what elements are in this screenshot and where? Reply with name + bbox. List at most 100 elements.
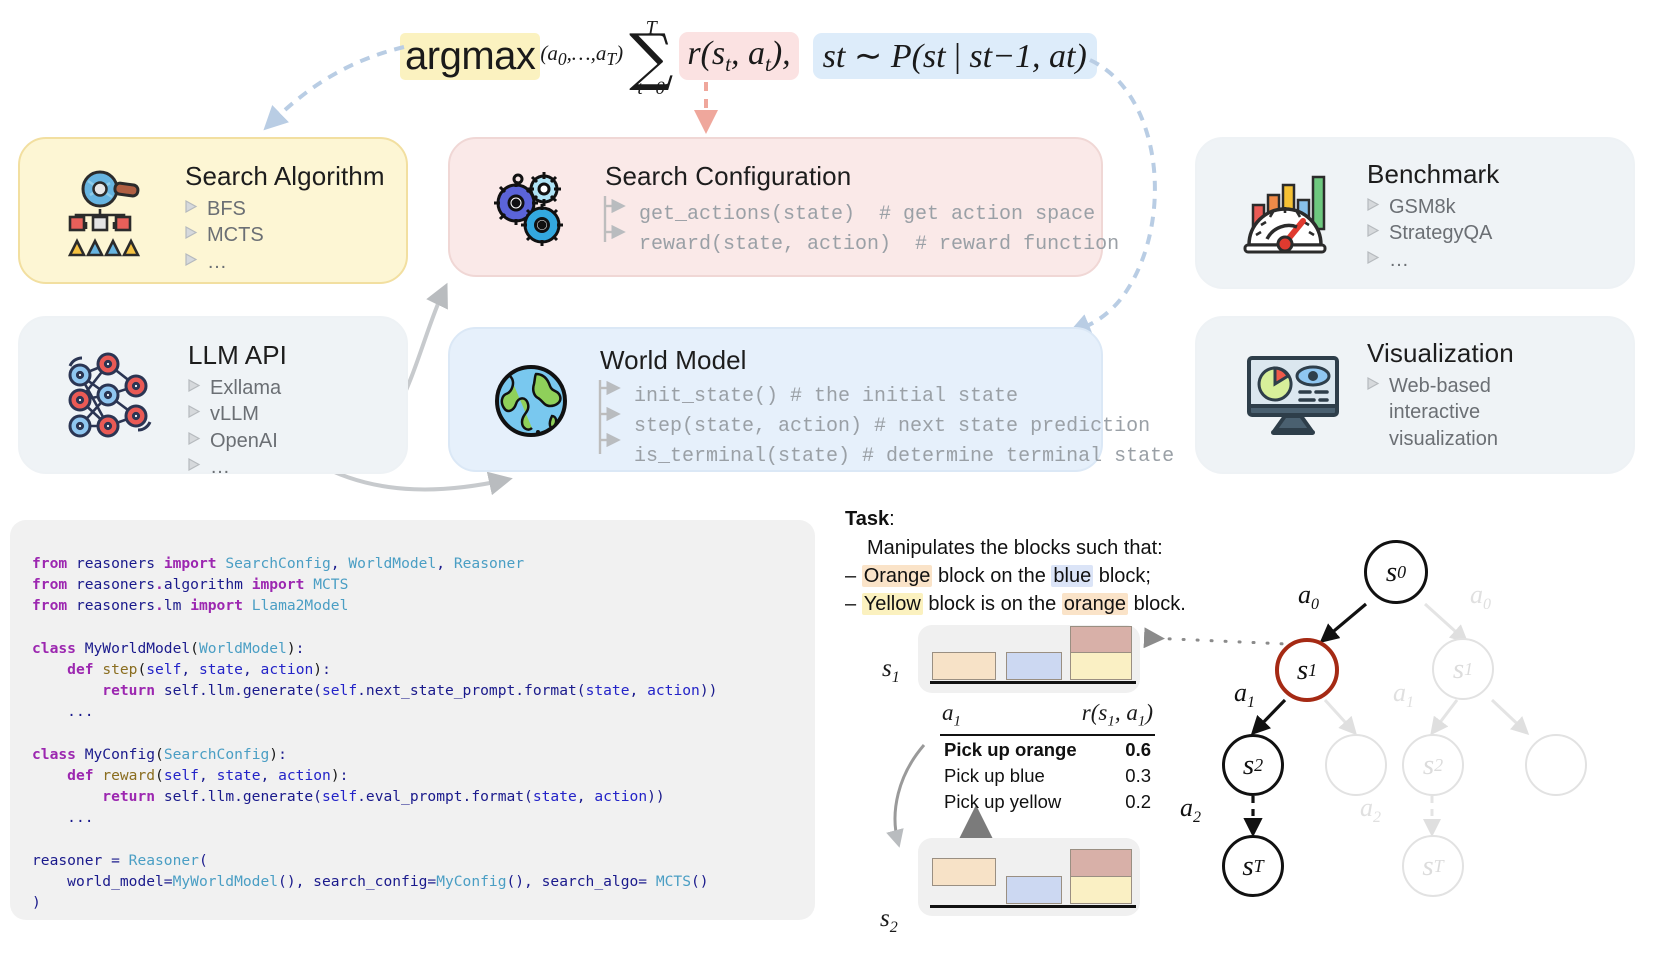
world-model-method-1: step(state, action) # next state predict…	[634, 415, 1151, 438]
state-label-s2-sub: 2	[889, 919, 898, 936]
list-item[interactable]: GSM8k	[1367, 194, 1499, 220]
bullet1-mid: block on the	[932, 565, 1052, 587]
tree-node-sT-label: s	[1242, 849, 1254, 882]
tree-node-ghost-s2-sub: 2	[1434, 754, 1444, 775]
tree-node-ghost-s1[interactable]: s1	[1432, 638, 1494, 700]
list-item[interactable]: …	[188, 454, 287, 480]
triangle-bullet-icon	[188, 405, 201, 419]
config-method-1: reward(state, action) # reward function	[639, 233, 1120, 256]
tree-node-s0-label: s	[1385, 555, 1398, 588]
table-row[interactable]: Pick up yellow 0.2	[940, 788, 1155, 814]
task-description: Task: Manipulates the blocks such that: …	[845, 508, 1265, 616]
list-item[interactable]: Web-based interactive visualization	[1367, 373, 1552, 452]
branch-connector-icon	[603, 196, 626, 242]
bullet1-end: block;	[1093, 565, 1151, 587]
block-red-s2	[1070, 849, 1132, 877]
tree-node-s1[interactable]: s1	[1275, 638, 1339, 702]
tree-node-s0[interactable]: s0	[1364, 540, 1428, 604]
tree-node-ghost-sT[interactable]: sT	[1402, 835, 1464, 897]
edge-label-a2: a2	[1180, 793, 1201, 827]
row-reward: 0.2	[1125, 791, 1151, 813]
block-yellow-s1	[1070, 652, 1132, 680]
list-item-label: Web-based interactive visualization	[1389, 375, 1498, 450]
list-item-label: …	[1389, 248, 1409, 271]
list-item-label: OpenAI	[210, 429, 278, 452]
tree-node-ghost-s1-sub: 1	[1464, 658, 1474, 679]
tree-node-ghost-s2[interactable]: s2	[1402, 734, 1464, 796]
benchmark-list: GSM8k StrategyQA …	[1367, 194, 1499, 273]
llm-api-list: Exllama vLLM OpenAI …	[188, 375, 287, 481]
tree-node-ghost-empty-1[interactable]	[1325, 734, 1387, 796]
config-method-0: get_actions(state) # get action space	[639, 203, 1096, 226]
card-llm-api[interactable]: LLM API Exllama vLLM OpenAI …	[18, 316, 408, 478]
list-item[interactable]: Exllama	[188, 375, 287, 401]
card-search-configuration[interactable]: Search Configuration get_actions(state) …	[448, 137, 1119, 277]
list-item[interactable]: vLLM	[188, 401, 287, 427]
list-item[interactable]: StrategyQA	[1367, 220, 1499, 246]
column-header-action: a1	[942, 700, 961, 730]
tree-node-ghost-empty-2[interactable]	[1525, 734, 1587, 796]
reward-table-header: a1 r(s1, a1)	[940, 700, 1155, 734]
triangle-bullet-icon	[188, 458, 201, 472]
edge-label-ghost-a1: a1	[1393, 678, 1414, 712]
list-item[interactable]: MCTS	[185, 222, 385, 248]
card-search-algorithm[interactable]: Search Algorithm BFS MCTS …	[18, 137, 408, 284]
list-item[interactable]: …	[1367, 247, 1499, 273]
row-reward: 0.3	[1125, 765, 1151, 787]
card-world-model[interactable]: World Model init_state() # the initial s…	[448, 327, 1174, 472]
column-header-reward: r(s1, a1)	[1081, 700, 1153, 730]
figure-canvas: argmax (a0,…,aT) T ∑ t=0 r(st, at), st ∼ …	[0, 0, 1653, 971]
ground-line-s1	[930, 681, 1136, 684]
bullet-dash: –	[845, 593, 857, 615]
triangle-bullet-icon	[1367, 224, 1380, 238]
reward-term: r(st, at),	[679, 32, 799, 80]
tree-node-ghost-s2-label: s	[1422, 748, 1435, 781]
card-benchmark[interactable]: Benchmark GSM8k StrategyQA …	[1195, 137, 1635, 289]
globe-icon	[492, 362, 570, 445]
card-title-visualization: Visualization	[1367, 338, 1514, 368]
task-heading-label: Task	[845, 508, 890, 530]
row-action: Pick up orange	[944, 739, 1077, 761]
list-item[interactable]: OpenAI	[188, 428, 287, 454]
card-visualization[interactable]: Visualization Web-based interactive visu…	[1195, 316, 1635, 474]
reward-term-label: r(st, at),	[687, 35, 791, 76]
table-row[interactable]: Pick up blue 0.3	[940, 762, 1155, 788]
row-action: Pick up yellow	[944, 791, 1062, 813]
state-label-s1: s1	[882, 655, 900, 687]
triangle-bullet-icon	[1367, 250, 1380, 264]
tree-node-ghost-sT-sub: T	[1433, 855, 1444, 876]
bullet1-orange: Orange	[861, 565, 933, 587]
list-item-label: vLLM	[210, 403, 259, 426]
tree-node-s2-label: s	[1242, 748, 1255, 781]
tree-node-s2[interactable]: s2	[1222, 734, 1284, 796]
triangle-bullet-icon	[185, 200, 198, 213]
tree-node-ghost-s1-label: s	[1452, 652, 1465, 685]
block-red-s1	[1070, 626, 1132, 653]
tree-node-sT[interactable]: sT	[1222, 835, 1284, 897]
state-label-s2: s2	[880, 905, 898, 937]
transition-term-label: st ∼ P(st | st−1, at)	[822, 38, 1087, 75]
triangle-bullet-icon	[185, 252, 198, 266]
blocks-scene-s2	[918, 838, 1140, 916]
branch-connector-icon	[598, 380, 621, 454]
card-title-benchmark: Benchmark	[1367, 159, 1500, 189]
sigma-glyph: ∑	[629, 20, 674, 94]
task-bullet-1: – Orange block on the blue block;	[845, 565, 1265, 588]
card-title-search-algorithm: Search Algorithm	[185, 161, 385, 191]
block-blue-s1	[1006, 652, 1062, 680]
table-row[interactable]: Pick up orange 0.6	[940, 736, 1155, 762]
list-item-label: …	[210, 456, 230, 479]
argmax-term: argmax	[400, 32, 541, 80]
task-heading-colon: :	[889, 508, 895, 530]
edge-label-ghost-a0: a0	[1470, 580, 1491, 614]
task-heading: Task:	[845, 508, 1265, 531]
argmax-label: argmax	[405, 33, 536, 78]
reward-table: a1 r(s1, a1) Pick up orange 0.6 Pick up …	[940, 700, 1155, 814]
list-item[interactable]: …	[185, 249, 385, 275]
list-item-label: StrategyQA	[1389, 222, 1493, 245]
code-panel[interactable]: from reasoners import SearchConfig, Worl…	[10, 520, 815, 920]
list-item[interactable]: BFS	[185, 196, 385, 222]
tree-node-sT-sub: T	[1253, 855, 1264, 876]
triangle-bullet-icon	[188, 431, 201, 445]
list-item-label: Exllama	[210, 377, 282, 399]
